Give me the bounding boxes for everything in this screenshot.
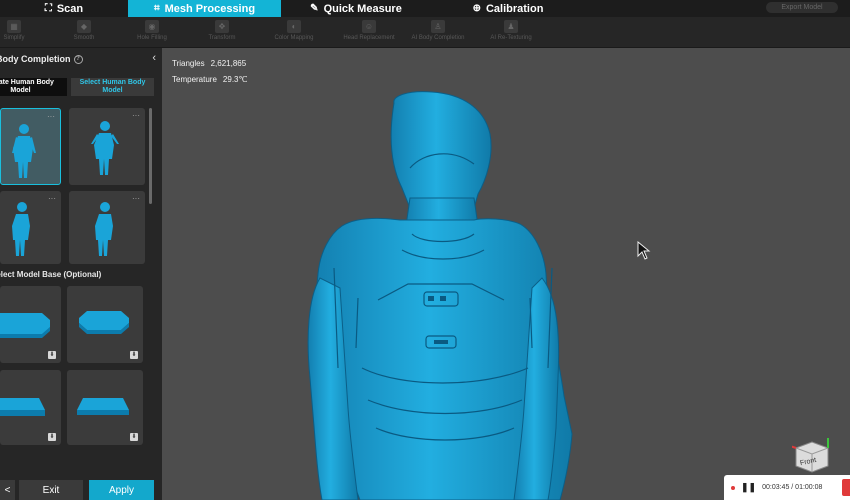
tool-hole-filling-label: Hole Filling <box>137 35 167 41</box>
select-human-body-model-button[interactable]: Select Human Body Model <box>71 78 154 96</box>
hole-filling-icon: ◉ <box>145 20 159 33</box>
base-thumb-4[interactable]: ⬇ <box>67 370 143 445</box>
temperature-row: Temperature 29.3℃ <box>172 72 247 88</box>
recording-time: 00:03:45 / 01:00:08 <box>762 484 823 491</box>
body-model-thumb-1[interactable]: ··· <box>0 108 61 185</box>
tool-smooth[interactable]: ◆ Smooth <box>54 20 114 46</box>
ruler-icon: ✎ <box>310 3 319 14</box>
panel-title: Body Completion ? <box>0 54 83 64</box>
tool-ai-re-texturing[interactable]: ♟ AI Re-Texturing <box>481 20 541 46</box>
panel-scrollbar[interactable] <box>149 108 152 204</box>
tab-quick-measure[interactable]: ✎ Quick Measure <box>281 0 431 17</box>
body-model-thumb-2[interactable]: ··· <box>69 108 145 185</box>
body-model-thumb-3[interactable]: ··· <box>0 191 61 264</box>
app-window: ⛶ Scan ⌗ Mesh Processing ✎ Quick Measure… <box>0 0 850 500</box>
tab-quick-measure-label: Quick Measure <box>323 2 402 15</box>
triangles-label: Triangles <box>172 59 205 68</box>
tab-mesh-processing-label: Mesh Processing <box>164 2 256 15</box>
body-model-thumb-4[interactable]: ··· <box>69 191 145 264</box>
palette-icon: ◐ <box>287 20 301 33</box>
model-base-label: Select Model Base (Optional) <box>0 270 101 279</box>
create-human-body-model-button[interactable]: Create Human Body Model <box>0 78 67 96</box>
tool-ai-body-completion-label: AI Body Completion <box>411 35 465 41</box>
download-icon[interactable]: ⬇ <box>130 351 138 359</box>
collapse-panel-icon[interactable]: ‹ <box>152 52 156 64</box>
smooth-icon: ◆ <box>77 20 91 33</box>
scan-icon: ⛶ <box>44 3 52 14</box>
tool-hole-filling[interactable]: ◉ Hole Filling <box>122 20 182 46</box>
tool-color-mapping-label: Color Mapping <box>274 35 314 41</box>
tab-calibration-label: Calibration <box>485 2 544 15</box>
tool-transform[interactable]: ✥ Transform <box>192 20 252 46</box>
more-options-icon[interactable]: ··· <box>132 111 140 120</box>
create-human-body-model-label: Create Human Body Model <box>0 79 54 94</box>
more-options-icon[interactable]: ··· <box>132 194 140 203</box>
mesh-toolbar: ▦ Simplify ◆ Smooth ◉ Hole Filling ✥ Tra… <box>0 17 850 48</box>
tool-ai-re-texturing-label: AI Re-Texturing <box>490 35 532 41</box>
download-icon[interactable]: ⬇ <box>48 351 56 359</box>
panel-title-text: Body Completion <box>0 54 71 64</box>
back-button[interactable]: < <box>0 480 15 500</box>
record-indicator-icon <box>731 485 735 490</box>
tab-calibration[interactable]: ⊕ Calibration <box>431 0 585 17</box>
apply-button[interactable]: Apply <box>89 480 154 500</box>
download-icon[interactable]: ⬇ <box>130 433 138 441</box>
tool-color-mapping[interactable]: ◐ Color Mapping <box>264 20 324 46</box>
help-icon[interactable]: ? <box>73 54 83 64</box>
mouse-cursor-icon <box>637 241 651 260</box>
scan-stats: Triangles 2,621,865 Temperature 29.3℃ <box>172 56 247 88</box>
download-icon[interactable]: ⬇ <box>48 433 56 441</box>
model-base-label-text: Select Model Base (Optional) <box>0 270 102 279</box>
pause-icon[interactable]: ❚❚ <box>741 482 756 493</box>
tool-smooth-label: Smooth <box>73 35 95 41</box>
orientation-cube-icon[interactable]: Front <box>792 436 832 476</box>
tool-simplify[interactable]: ▦ Simplify <box>0 20 44 46</box>
retexture-icon: ♟ <box>504 20 518 33</box>
base-thumb-1[interactable]: ⬇ <box>0 286 61 363</box>
mesh-icon: ⌗ <box>153 3 160 14</box>
more-options-icon[interactable]: ··· <box>48 194 56 203</box>
tab-mesh-processing[interactable]: ⌗ Mesh Processing <box>128 0 281 17</box>
body-completion-panel: Body Completion ? ‹ Create Human Body Mo… <box>0 48 162 500</box>
tool-simplify-label: Simplify <box>3 35 25 41</box>
3d-viewport[interactable]: Triangles 2,621,865 Temperature 29.3℃ Fr… <box>162 48 850 500</box>
export-model-button[interactable]: Export Model <box>766 2 838 13</box>
tool-head-replacement-label: Head Replacement <box>343 35 395 41</box>
crosshair-icon: ⊕ <box>472 3 481 14</box>
base-thumb-2[interactable]: ⬇ <box>67 286 143 363</box>
3d-model-figure <box>307 91 573 500</box>
simplify-icon: ▦ <box>7 20 21 33</box>
head-replace-icon: ☺ <box>362 20 376 33</box>
temperature-value: 29.3℃ <box>222 75 248 84</box>
temperature-label: Temperature <box>172 75 217 84</box>
select-human-body-model-label: Select Human Body Model <box>79 79 146 94</box>
base-thumb-3[interactable]: ⬇ <box>0 370 61 445</box>
more-options-icon[interactable]: ··· <box>47 112 55 121</box>
transform-icon: ✥ <box>215 20 229 33</box>
exit-button[interactable]: Exit <box>19 480 83 500</box>
tool-head-replacement[interactable]: ☺ Head Replacement <box>339 20 399 46</box>
body-completion-icon: ♙ <box>431 20 445 33</box>
tab-scan[interactable]: ⛶ Scan <box>0 0 128 17</box>
tool-ai-body-completion[interactable]: ♙ AI Body Completion <box>408 20 468 46</box>
triangles-value: 2,621,865 <box>210 59 247 68</box>
triangles-row: Triangles 2,621,865 <box>172 56 247 72</box>
stop-recording-button[interactable] <box>842 479 850 496</box>
tool-transform-label: Transform <box>208 35 236 41</box>
top-tab-bar: ⛶ Scan ⌗ Mesh Processing ✎ Quick Measure… <box>0 0 850 17</box>
tab-scan-label: Scan <box>56 2 84 15</box>
recording-player: ❚❚ 00:03:45 / 01:00:08 <box>724 475 850 500</box>
